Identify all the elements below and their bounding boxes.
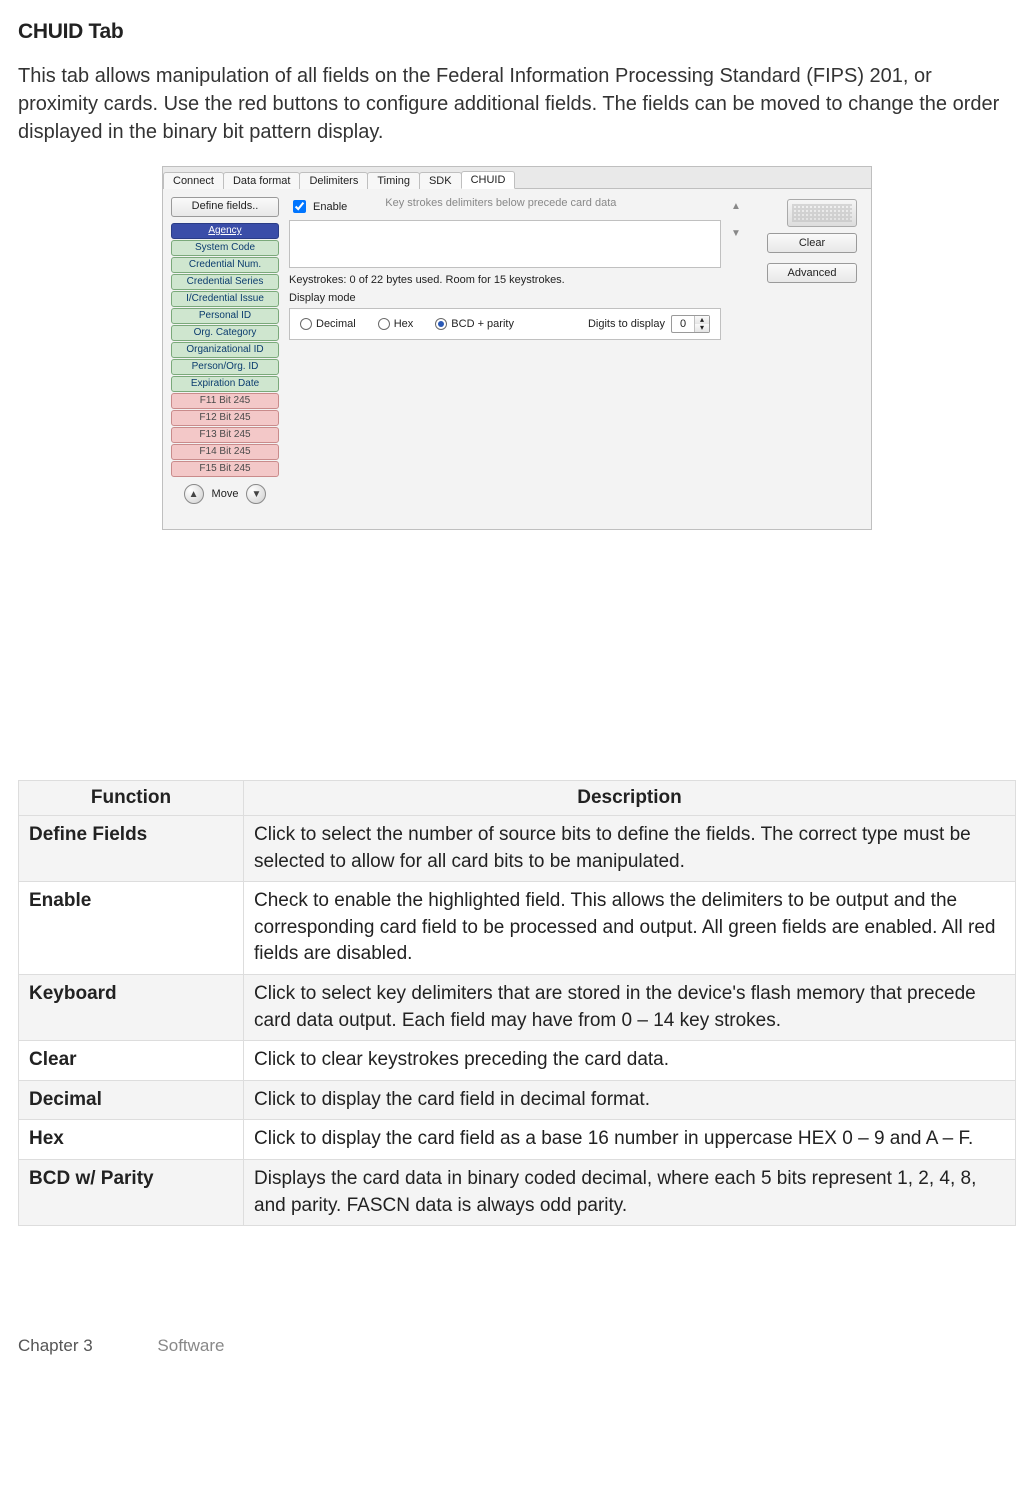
display-mode-box: Decimal Hex BCD + parity Digits to displ… xyxy=(289,308,721,340)
table-function-cell: Clear xyxy=(19,1041,244,1081)
radio-hex-icon[interactable] xyxy=(378,318,390,330)
table-description-cell: Click to select key delimiters that are … xyxy=(244,974,1016,1040)
table-row: ClearClick to clear keystrokes preceding… xyxy=(19,1041,1016,1081)
radio-hex-label: Hex xyxy=(394,318,414,330)
field-button[interactable]: Org. Category xyxy=(171,325,279,341)
table-description-cell: Click to select the number of source bit… xyxy=(244,816,1016,882)
field-button[interactable]: Credential Series xyxy=(171,274,279,290)
table-row: HexClick to display the card field as a … xyxy=(19,1120,1016,1160)
chuid-config-panel: ConnectData formatDelimitersTimingSDKCHU… xyxy=(162,166,872,530)
table-description-cell: Click to display the card field in decim… xyxy=(244,1080,1016,1120)
enable-checkbox-wrap[interactable]: Enable xyxy=(289,197,347,216)
field-button[interactable]: Person/Org. ID xyxy=(171,359,279,375)
field-button[interactable]: I/Credential Issue xyxy=(171,291,279,307)
table-function-cell: Define Fields xyxy=(19,816,244,882)
tab-connect[interactable]: Connect xyxy=(163,172,224,189)
field-button[interactable]: Personal ID xyxy=(171,308,279,324)
field-button[interactable]: Agency xyxy=(171,223,279,239)
radio-decimal[interactable]: Decimal xyxy=(300,318,356,330)
tab-delimiters[interactable]: Delimiters xyxy=(299,172,368,189)
intro-paragraph: This tab allows manipulation of all fiel… xyxy=(18,62,1016,146)
move-label: Move xyxy=(212,488,239,500)
clear-button[interactable]: Clear xyxy=(767,233,857,253)
tab-bar: ConnectData formatDelimitersTimingSDKCHU… xyxy=(163,167,871,189)
keystroke-area[interactable] xyxy=(289,220,721,268)
field-button[interactable]: F14 Bit 245 xyxy=(171,444,279,460)
move-up-button[interactable]: ▲ xyxy=(184,484,204,504)
advanced-button[interactable]: Advanced xyxy=(767,263,857,283)
table-function-cell: Keyboard xyxy=(19,974,244,1040)
enable-label: Enable xyxy=(313,201,347,213)
field-button[interactable]: Expiration Date xyxy=(171,376,279,392)
move-controls: ▲ Move ▼ xyxy=(171,484,279,504)
table-row: EnableCheck to enable the highlighted fi… xyxy=(19,882,1016,975)
define-fields-button[interactable]: Define fields.. xyxy=(171,197,279,217)
field-button[interactable]: F11 Bit 245 xyxy=(171,393,279,409)
table-function-cell: Enable xyxy=(19,882,244,975)
page-heading: CHUID Tab xyxy=(18,20,1016,44)
table-header-description: Description xyxy=(244,781,1016,816)
enable-checkbox[interactable] xyxy=(293,200,306,213)
table-function-cell: BCD w/ Parity xyxy=(19,1159,244,1225)
tab-timing[interactable]: Timing xyxy=(367,172,420,189)
radio-decimal-icon[interactable] xyxy=(300,318,312,330)
tab-data-format[interactable]: Data format xyxy=(223,172,300,189)
table-function-cell: Decimal xyxy=(19,1080,244,1120)
field-button[interactable]: F15 Bit 245 xyxy=(171,461,279,477)
radio-hex[interactable]: Hex xyxy=(378,318,414,330)
field-button[interactable]: System Code xyxy=(171,240,279,256)
table-row: DecimalClick to display the card field i… xyxy=(19,1080,1016,1120)
table-row: KeyboardClick to select key delimiters t… xyxy=(19,974,1016,1040)
display-mode-label: Display mode xyxy=(289,292,863,304)
keyboard-icon[interactable] xyxy=(787,199,857,227)
field-button[interactable]: Organizational ID xyxy=(171,342,279,358)
radio-bcd-label: BCD + parity xyxy=(451,318,514,330)
radio-bcd[interactable]: BCD + parity xyxy=(435,318,514,330)
table-description-cell: Click to clear keystrokes preceding the … xyxy=(244,1041,1016,1081)
delimiter-hint: Key strokes delimiters below precede car… xyxy=(385,197,616,209)
table-description-cell: Click to display the card field as a bas… xyxy=(244,1120,1016,1160)
footer-chapter: Chapter 3 xyxy=(18,1336,93,1355)
digits-spinner[interactable]: 0 ▴ ▾ xyxy=(671,315,710,333)
scroll-down-icon[interactable]: ▼ xyxy=(731,228,741,239)
table-header-function: Function xyxy=(19,781,244,816)
move-down-button[interactable]: ▼ xyxy=(246,484,266,504)
field-list: AgencySystem CodeCredential Num.Credenti… xyxy=(171,223,279,478)
digits-value: 0 xyxy=(672,316,694,332)
digits-label: Digits to display xyxy=(588,318,665,330)
field-button[interactable]: Credential Num. xyxy=(171,257,279,273)
radio-decimal-label: Decimal xyxy=(316,318,356,330)
table-description-cell: Displays the card data in binary coded d… xyxy=(244,1159,1016,1225)
field-button[interactable]: F12 Bit 245 xyxy=(171,410,279,426)
tab-chuid[interactable]: CHUID xyxy=(461,171,516,189)
table-function-cell: Hex xyxy=(19,1120,244,1160)
tab-sdk[interactable]: SDK xyxy=(419,172,462,189)
function-table: Function Description Define FieldsClick … xyxy=(18,780,1016,1226)
page-footer: Chapter 3 Software xyxy=(18,1336,1016,1356)
table-row: BCD w/ ParityDisplays the card data in b… xyxy=(19,1159,1016,1225)
digits-down-icon[interactable]: ▾ xyxy=(695,324,709,332)
scroll-handles[interactable]: ▲ ▼ xyxy=(731,201,741,239)
table-description-cell: Check to enable the highlighted field. T… xyxy=(244,882,1016,975)
radio-bcd-icon[interactable] xyxy=(435,318,447,330)
table-row: Define FieldsClick to select the number … xyxy=(19,816,1016,882)
scroll-up-icon[interactable]: ▲ xyxy=(731,201,741,212)
field-button[interactable]: F13 Bit 245 xyxy=(171,427,279,443)
footer-section: Software xyxy=(157,1336,224,1355)
